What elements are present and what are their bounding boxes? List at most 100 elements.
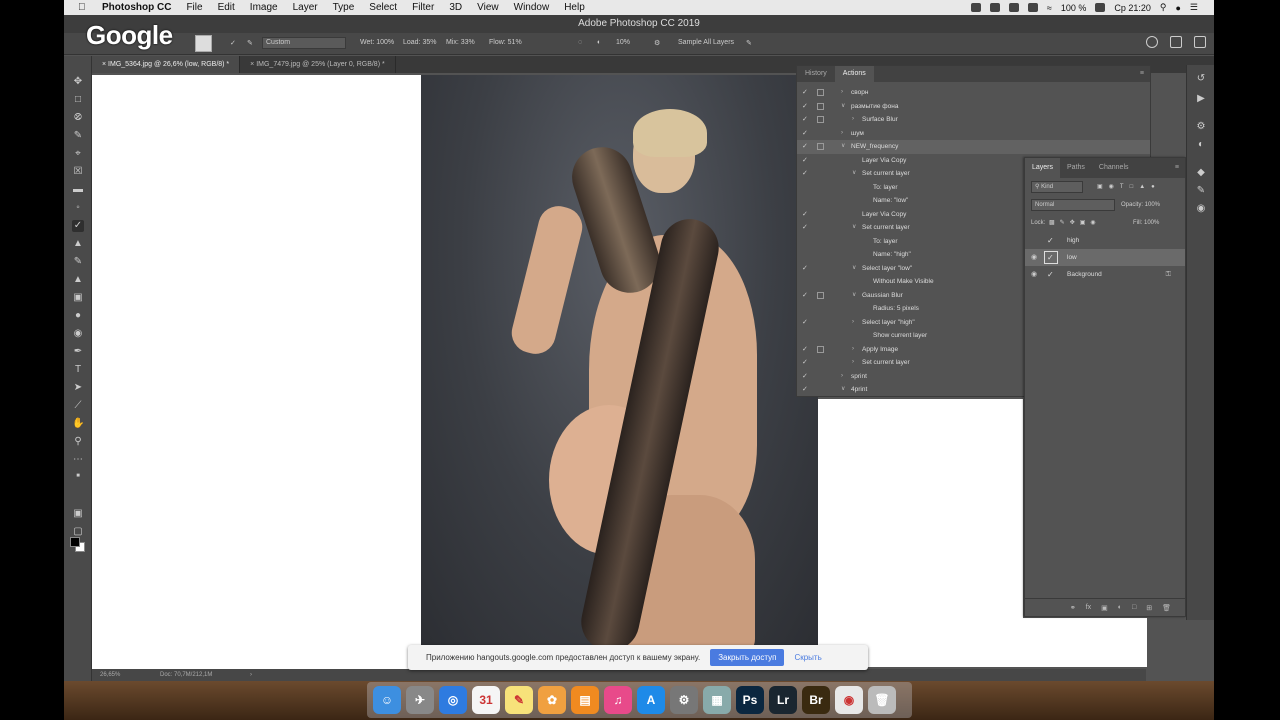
visibility-eye-icon[interactable]: ◉	[1031, 266, 1037, 283]
blur-tool-icon[interactable]: ●	[72, 310, 84, 322]
action-row[interactable]: ✓ ∨ NEW_frequency	[797, 140, 1150, 154]
dialog-toggle-icon[interactable]	[817, 143, 824, 150]
menu-type[interactable]: Type	[333, 2, 355, 13]
action-toggle-checkbox[interactable]: ✓	[802, 127, 808, 141]
sample-all-layers-checkbox[interactable]: Sample All Layers	[678, 39, 734, 46]
tab-channels[interactable]: Channels	[1092, 158, 1136, 178]
action-toggle-checkbox[interactable]: ✓	[802, 316, 808, 330]
bridge-icon[interactable]: Br	[802, 686, 830, 714]
line-tool-icon[interactable]: ⟋	[72, 400, 84, 412]
photo-canvas[interactable]	[421, 75, 818, 648]
quick-select-tool-icon[interactable]: ✎	[72, 130, 84, 142]
history-panel-icon[interactable]: ↺	[1195, 73, 1207, 85]
chevron-right-icon[interactable]: ›	[852, 356, 854, 370]
dodge-tool-icon[interactable]: ◉	[72, 328, 84, 340]
wet-field[interactable]: Wet: 100%	[360, 39, 394, 46]
properties-panel-icon[interactable]: ◐	[1195, 139, 1207, 151]
menu-3d[interactable]: 3D	[449, 2, 462, 13]
chevron-down-icon[interactable]: ∨	[841, 140, 845, 154]
menu-window[interactable]: Window	[514, 2, 550, 13]
zoom-level[interactable]: 26,65%	[100, 669, 120, 681]
tab-layers[interactable]: Layers	[1025, 158, 1061, 178]
tab-actions[interactable]: Actions	[834, 66, 874, 82]
angle-icon[interactable]: ◐	[597, 39, 601, 46]
blend-mode-select[interactable]: Normal	[1031, 199, 1115, 211]
launchpad-icon[interactable]: ✈	[406, 686, 434, 714]
calendar-icon[interactable]: 31	[472, 686, 500, 714]
lock-icons[interactable]: ▩✎✥▣◉	[1049, 214, 1101, 232]
load-field[interactable]: Load: 35%	[403, 39, 436, 46]
layer-row[interactable]: ◉ ✓ Background ⚿	[1025, 266, 1185, 283]
chevron-down-icon[interactable]: ∨	[852, 167, 856, 181]
books-icon[interactable]: ▤	[571, 686, 599, 714]
layer-row[interactable]: ✓ high	[1025, 232, 1185, 249]
action-toggle-checkbox[interactable]: ✓	[802, 208, 808, 222]
kind-filter-select[interactable]: ⚲ Kind	[1031, 181, 1083, 193]
chevron-down-icon[interactable]: ∨	[841, 100, 845, 114]
frame-tool-icon[interactable]: ☒	[72, 166, 84, 178]
filter-icons[interactable]: ▣◉T□▲●	[1097, 178, 1161, 196]
layer-row[interactable]: ◉ ✓ low	[1025, 249, 1185, 266]
chevron-right-icon[interactable]: ›	[841, 370, 843, 384]
trash-icon[interactable]: 🗑	[868, 686, 896, 714]
actions-panel-icon[interactable]: ▶	[1195, 93, 1207, 105]
eyedropper-tool-icon[interactable]: ▬	[72, 184, 84, 196]
link-layers-icon[interactable]: ⚭	[1070, 604, 1076, 612]
app-menu[interactable]: Photoshop CC	[102, 2, 171, 13]
zoom-tool-icon[interactable]: ⚲	[72, 436, 84, 448]
action-toggle-checkbox[interactable]: ✓	[802, 100, 808, 114]
pressure-icon[interactable]: ✎	[746, 39, 752, 47]
dialog-toggle-icon[interactable]	[817, 345, 824, 353]
mixer-preset-select[interactable]: Custom	[262, 37, 346, 49]
airbrush-icon[interactable]: ◌	[578, 39, 582, 46]
apple-icon[interactable]: 	[78, 2, 92, 13]
history-brush-tool-icon[interactable]: ✎	[72, 256, 84, 268]
notification-center-icon[interactable]: ☰	[1190, 2, 1198, 13]
brush-color-swatch[interactable]	[195, 35, 212, 52]
new-layer-icon[interactable]: ⊞	[1146, 604, 1152, 612]
adjustments-panel-icon[interactable]: ⚙	[1195, 121, 1207, 133]
mixer-brush-tool-icon[interactable]: ✓	[72, 220, 84, 232]
opacity-field[interactable]: Opacity: 100%	[1121, 196, 1160, 214]
tab-history[interactable]: History	[797, 66, 835, 82]
creative-cloud-icon[interactable]	[989, 3, 1000, 12]
chevron-right-icon[interactable]: ›	[841, 127, 843, 141]
eraser-tool-icon[interactable]: ▲	[72, 274, 84, 286]
preview-icon[interactable]: ▦	[703, 686, 731, 714]
chevron-down-icon[interactable]: ∨	[841, 383, 845, 397]
photoshop-icon[interactable]: Ps	[736, 686, 764, 714]
menu-filter[interactable]: Filter	[412, 2, 434, 13]
fill-field[interactable]: Fill: 100%	[1133, 214, 1159, 232]
action-toggle-checkbox[interactable]: ✓	[802, 86, 808, 100]
chevron-down-icon[interactable]: ∨	[852, 262, 856, 276]
panel-menu-icon[interactable]: ≡	[1140, 66, 1150, 82]
siri-icon[interactable]: ●	[1175, 3, 1180, 13]
search-icon[interactable]	[1146, 36, 1158, 48]
menu-view[interactable]: View	[477, 2, 499, 13]
dialog-toggle-icon[interactable]	[817, 116, 824, 123]
delete-layer-icon[interactable]: 🗑	[1162, 604, 1171, 612]
settings-icon[interactable]: ⚙	[654, 39, 660, 47]
tab-paths[interactable]: Paths	[1060, 158, 1092, 178]
notes-icon[interactable]: ✎	[505, 686, 533, 714]
action-toggle-checkbox[interactable]: ✓	[802, 383, 808, 397]
chevron-right-icon[interactable]: ›	[852, 343, 854, 357]
action-toggle-checkbox[interactable]: ✓	[802, 140, 808, 154]
adjustment-layer-icon[interactable]: ◐	[1118, 604, 1122, 611]
clean-brush-icon[interactable]: ✎	[247, 39, 253, 47]
dialog-toggle-icon[interactable]	[817, 291, 824, 299]
action-toggle-checkbox[interactable]: ✓	[802, 289, 808, 303]
add-mask-icon[interactable]: ▣	[1101, 604, 1108, 612]
dropbox-icon[interactable]	[970, 3, 981, 12]
menu-image[interactable]: Image	[250, 2, 278, 13]
clock[interactable]: Ср 21:20	[1114, 3, 1151, 13]
spotlight-icon[interactable]: ⚲	[1160, 2, 1167, 13]
workspace-icon[interactable]	[1170, 36, 1182, 48]
itunes-icon[interactable]: ♫	[604, 686, 632, 714]
paths-panel-icon[interactable]: ✎	[1195, 185, 1207, 197]
brush-tip-icon[interactable]: ✓	[230, 39, 236, 47]
gradient-tool-icon[interactable]: ▣	[72, 292, 84, 304]
dialog-toggle-icon[interactable]	[817, 89, 824, 96]
chevron-right-icon[interactable]: ›	[852, 316, 854, 330]
hide-button[interactable]: Скрыть	[794, 653, 821, 662]
